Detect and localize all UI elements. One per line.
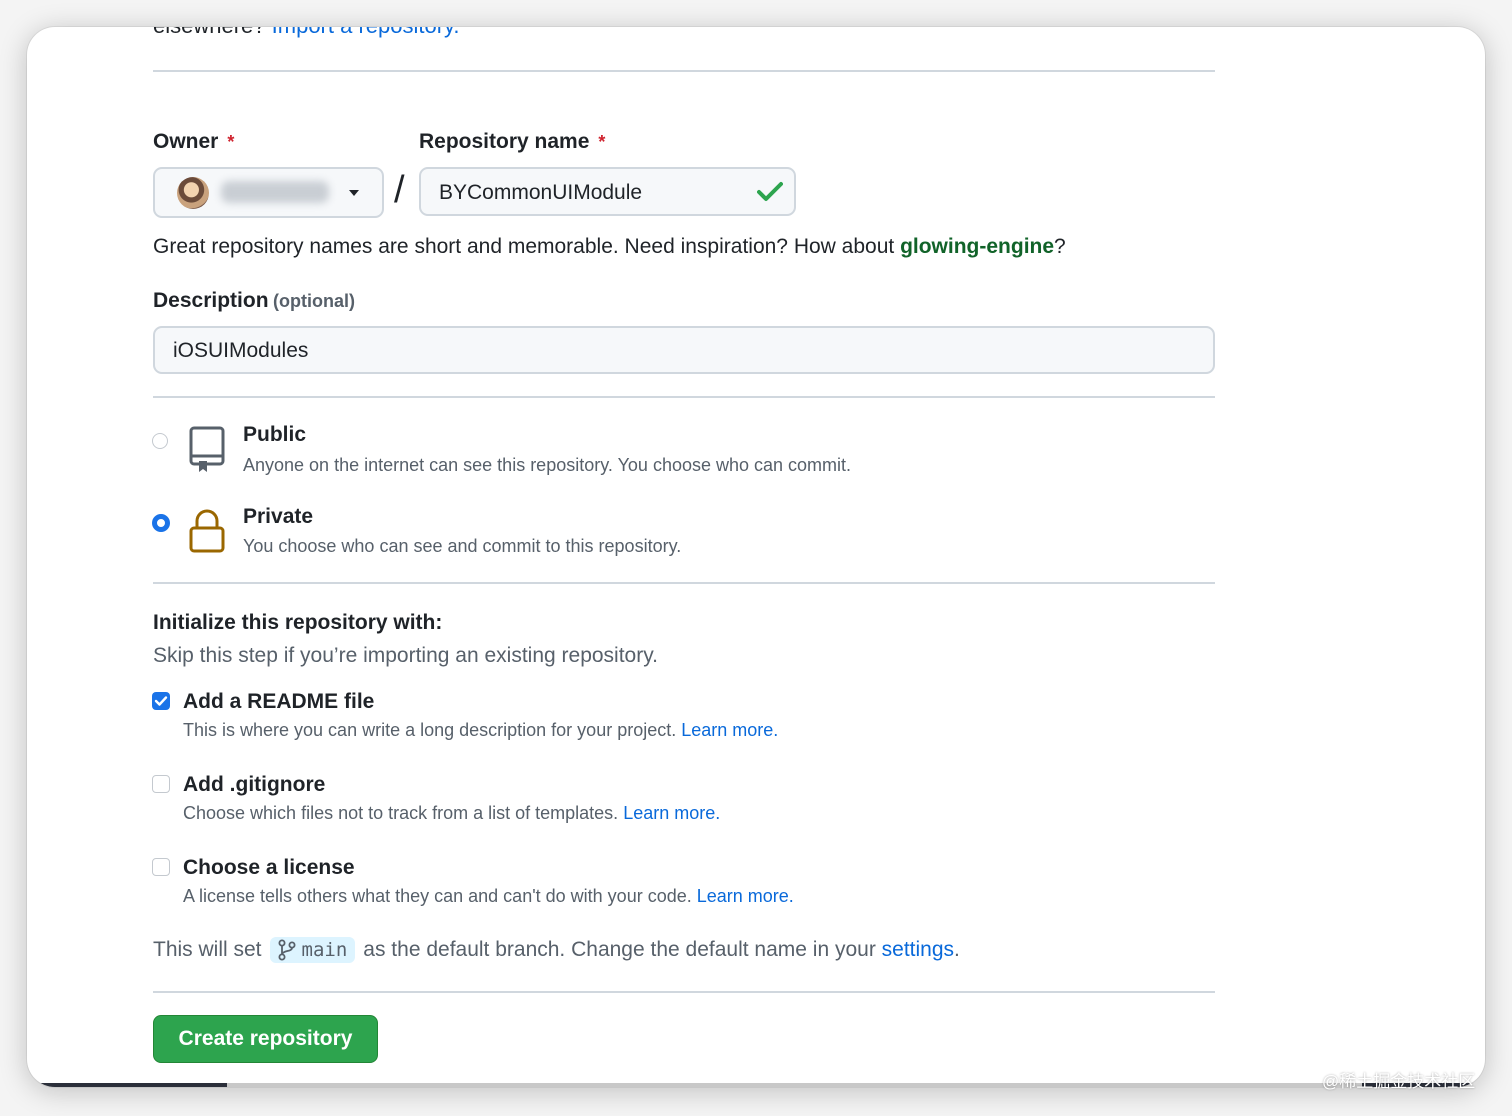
gitignore-description-text: Choose which files not to track from a l… bbox=[183, 803, 619, 823]
gitignore-checkbox[interactable] bbox=[152, 775, 170, 793]
check-icon bbox=[757, 182, 783, 201]
public-radio[interactable] bbox=[152, 433, 168, 449]
bottom-bar-segment bbox=[27, 1083, 227, 1087]
optional-hint: (optional) bbox=[272, 291, 355, 311]
owner-required-mark: * bbox=[227, 132, 235, 152]
lock-icon bbox=[189, 509, 225, 553]
settings-link[interactable]: settings bbox=[882, 938, 954, 962]
repo-name-suggestion: Great repository names are short and mem… bbox=[153, 235, 1066, 259]
divider bbox=[153, 991, 1215, 993]
init-heading: Initialize this repository with: bbox=[153, 611, 443, 634]
gitignore-learn-more-link[interactable]: Learn more. bbox=[623, 803, 720, 823]
suggestion-suffix: ? bbox=[1054, 235, 1066, 258]
bottom-bar bbox=[27, 1083, 1485, 1087]
repo-name-label: Repository name * bbox=[419, 130, 605, 154]
branch-note-middle: as the default branch. Change the defaul… bbox=[363, 938, 876, 961]
branch-note-suffix: . bbox=[954, 938, 960, 961]
branch-note-prefix: This will set bbox=[153, 938, 262, 961]
readme-checkbox[interactable] bbox=[152, 692, 170, 710]
owner-repo-separator: / bbox=[394, 169, 405, 211]
suggested-name-link[interactable]: glowing-engine bbox=[900, 235, 1054, 258]
branch-badge: main bbox=[269, 937, 356, 963]
license-checkbox[interactable] bbox=[152, 858, 170, 876]
default-branch-note: This will set main as the default branch… bbox=[153, 937, 960, 963]
gitignore-title: Add .gitignore bbox=[183, 773, 326, 796]
description-label-text: Description bbox=[153, 289, 269, 312]
license-title: Choose a license bbox=[183, 856, 355, 879]
repo-name-required-mark: * bbox=[598, 132, 606, 152]
public-description: Anyone on the internet can see this repo… bbox=[243, 455, 852, 475]
private-description: You choose who can see and commit to thi… bbox=[243, 536, 682, 556]
license-description-text: A license tells others what they can and… bbox=[183, 886, 692, 906]
create-repository-button[interactable]: Create repository bbox=[153, 1015, 378, 1063]
license-learn-more-link[interactable]: Learn more. bbox=[697, 886, 794, 906]
readme-description-text: This is where you can write a long descr… bbox=[183, 720, 677, 740]
license-description: A license tells others what they can and… bbox=[183, 886, 794, 907]
readme-learn-more-link[interactable]: Learn more. bbox=[681, 720, 778, 740]
branch-name: main bbox=[301, 939, 348, 961]
checkmark-icon bbox=[154, 696, 168, 706]
owner-label: Owner * bbox=[153, 130, 234, 154]
description-label: Description (optional) bbox=[153, 289, 355, 313]
private-radio[interactable] bbox=[152, 514, 170, 532]
owner-name-redacted bbox=[221, 181, 329, 203]
git-branch-icon bbox=[278, 939, 296, 961]
watermark: @稀土掘金技术社区 bbox=[1322, 1072, 1476, 1091]
import-prompt: elsewhere? Import a repository. bbox=[153, 27, 460, 39]
repo-icon bbox=[189, 426, 225, 472]
caret-down-icon bbox=[349, 190, 359, 196]
init-subheading: Skip this step if you’re importing an ex… bbox=[153, 644, 659, 667]
owner-label-text: Owner bbox=[153, 130, 219, 153]
repo-name-input[interactable]: BYCommonUIModule bbox=[419, 167, 796, 216]
browser-window: elsewhere? Import a repository. Owner * /… bbox=[27, 27, 1485, 1087]
gitignore-description: Choose which files not to track from a l… bbox=[183, 803, 720, 824]
repo-name-label-text: Repository name bbox=[419, 130, 590, 153]
private-title: Private bbox=[243, 505, 314, 528]
description-input[interactable]: iOSUIModules bbox=[153, 326, 1215, 374]
divider bbox=[153, 582, 1215, 584]
repo-name-value: BYCommonUIModule bbox=[439, 181, 643, 204]
public-title: Public bbox=[243, 423, 307, 446]
readme-title: Add a README file bbox=[183, 690, 375, 713]
import-repository-link[interactable]: Import a repository. bbox=[272, 27, 460, 38]
description-value: iOSUIModules bbox=[173, 339, 309, 362]
owner-avatar bbox=[177, 177, 209, 209]
divider bbox=[153, 396, 1215, 398]
divider bbox=[153, 70, 1215, 72]
owner-select[interactable] bbox=[153, 167, 384, 218]
suggestion-text: Great repository names are short and mem… bbox=[153, 235, 901, 258]
import-prompt-text: elsewhere? bbox=[153, 27, 266, 38]
readme-description: This is where you can write a long descr… bbox=[183, 720, 778, 741]
